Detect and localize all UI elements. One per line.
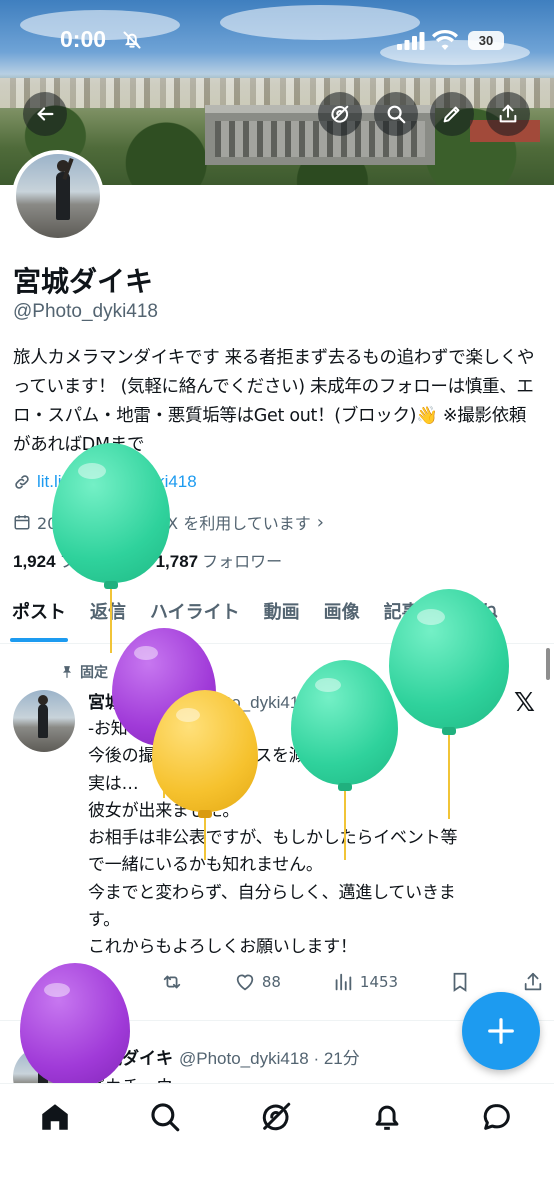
edit-icon [443,106,460,123]
grok-icon [331,105,349,123]
bell-off-icon [123,31,141,49]
post-line: -お知らせ- [88,719,167,739]
views-icon [335,973,352,991]
back-button[interactable] [23,92,67,136]
post-handle-time: @Photo_dyki418 · 3日 [179,693,351,712]
post-author[interactable]: 宮城ダイキ [88,688,173,713]
post-line: 彼女が出来ました。 [88,800,240,821]
post-avatar[interactable] [13,690,75,752]
views-count: 1453 [359,973,399,991]
joined-text: 2021年11月から X を利用しています [37,514,311,533]
like-count: 88 [261,973,281,991]
joined-row: 2021年11月から X を利用しています › [13,510,324,534]
profile-tabs: ポスト 返信 ハイライト 動画 画像 記事 いいね [0,594,554,644]
post-line: す。 [88,910,120,931]
nav-search[interactable] [148,1100,184,1136]
post-line: で一緒にいるかも知れません。 [88,855,323,876]
views-button[interactable]: 1453 [332,966,398,998]
search-button[interactable] [374,92,418,136]
nav-messages[interactable] [480,1100,516,1136]
followers-link[interactable]: 1,787 フォロワー [156,548,283,572]
calendar-icon [14,515,30,530]
retweet-button[interactable] [161,966,183,998]
bookmark-button[interactable] [449,966,471,998]
edit-button[interactable] [430,92,474,136]
tab-photos[interactable]: 画像 [312,594,372,642]
nav-grok[interactable] [259,1100,295,1136]
upload-icon [524,972,542,991]
post2-author[interactable]: 宮城ダイキ [88,1044,173,1069]
like-button[interactable]: 88 [234,966,281,998]
tab-videos[interactable]: 動画 [252,594,312,642]
grok-button[interactable] [318,92,362,136]
tab-highlights[interactable]: ハイライト [138,594,252,642]
chevron-right-icon: › [316,511,324,533]
reply-button[interactable] [88,966,110,998]
link-icon [15,475,29,489]
post-text: -お知らせ- 今後の撮影ですがペースを減らします。 実は… 彼女が出来ました。 … [88,716,528,962]
post-header: 宮城ダイキ @Photo_dyki418 · 3日 [88,688,350,713]
retweet-icon [163,975,181,989]
plus-icon [488,1018,514,1044]
pinned-label: 固定 [80,665,108,681]
profile-bio: 旅人カメラマンダイキです 来る者拒まず去るもの追わずで楽しくやっています！ (気… [13,348,535,455]
home-icon [42,1104,68,1130]
profile-avatar[interactable] [12,150,104,242]
pinned-label-row: 固定 [60,662,108,682]
bookmark-icon [453,972,467,992]
nav-notifications[interactable] [370,1100,406,1136]
post-line: 今後の撮影ですがペースを減らします。 [88,746,388,767]
post-line: 実は… [88,773,139,794]
nav-home[interactable] [38,1100,74,1136]
post2-handle-time: @Photo_dyki418 · 21分 [179,1049,360,1068]
back-arrow-icon [37,107,54,121]
profile-link-row[interactable]: lit.link/Photo_dyki418 [13,472,197,492]
share-icon [499,104,517,123]
grok-icon [262,1102,291,1131]
search-icon [387,105,406,124]
status-bar: 0:00 30 [0,0,554,80]
tab-articles[interactable]: 記事 [372,594,432,642]
like-icon [236,974,254,991]
post-line: 今までと変わらず、自分らしく、邁進していきま [88,882,456,903]
search-icon [151,1103,180,1132]
share-button[interactable] [486,92,530,136]
battery-indicator: 30 [468,31,504,50]
upload-button[interactable] [522,966,544,998]
post-line: これからもよろしくお願いします！ [88,937,357,958]
profile-link[interactable]: lit.link/Photo_dyki418 [37,472,197,492]
wifi-icon [432,30,458,50]
pin-icon [62,666,72,678]
signal-icon [397,32,425,50]
messages-icon [483,1104,510,1130]
post2-header: 宮城ダイキ @Photo_dyki418 · 21分 [88,1044,360,1069]
follow-stats: 1,924 フォロー中 1,787 フォロワー [13,548,282,572]
post-actions: 88 1453 [88,966,544,998]
profile-handle: @Photo_dyki418 [13,301,158,322]
profile-name: 宮城ダイキ [13,265,154,298]
reply-icon [90,974,108,991]
x-logo-icon[interactable]: 𝕏 [514,688,535,718]
post-line: お相手は非公表ですが、もしかしたらイベント等 [88,828,458,849]
tab-likes[interactable]: いいね [432,594,510,642]
following-link[interactable]: 1,924 フォロー中 [13,548,140,572]
compose-button[interactable] [462,992,540,1070]
bottom-navigation [0,1083,554,1200]
scroll-indicator[interactable] [546,648,550,680]
tab-posts[interactable]: ポスト [0,594,78,642]
bell-icon [375,1105,399,1130]
status-time: 0:00 [60,26,107,52]
tab-replies[interactable]: 返信 [78,594,138,642]
